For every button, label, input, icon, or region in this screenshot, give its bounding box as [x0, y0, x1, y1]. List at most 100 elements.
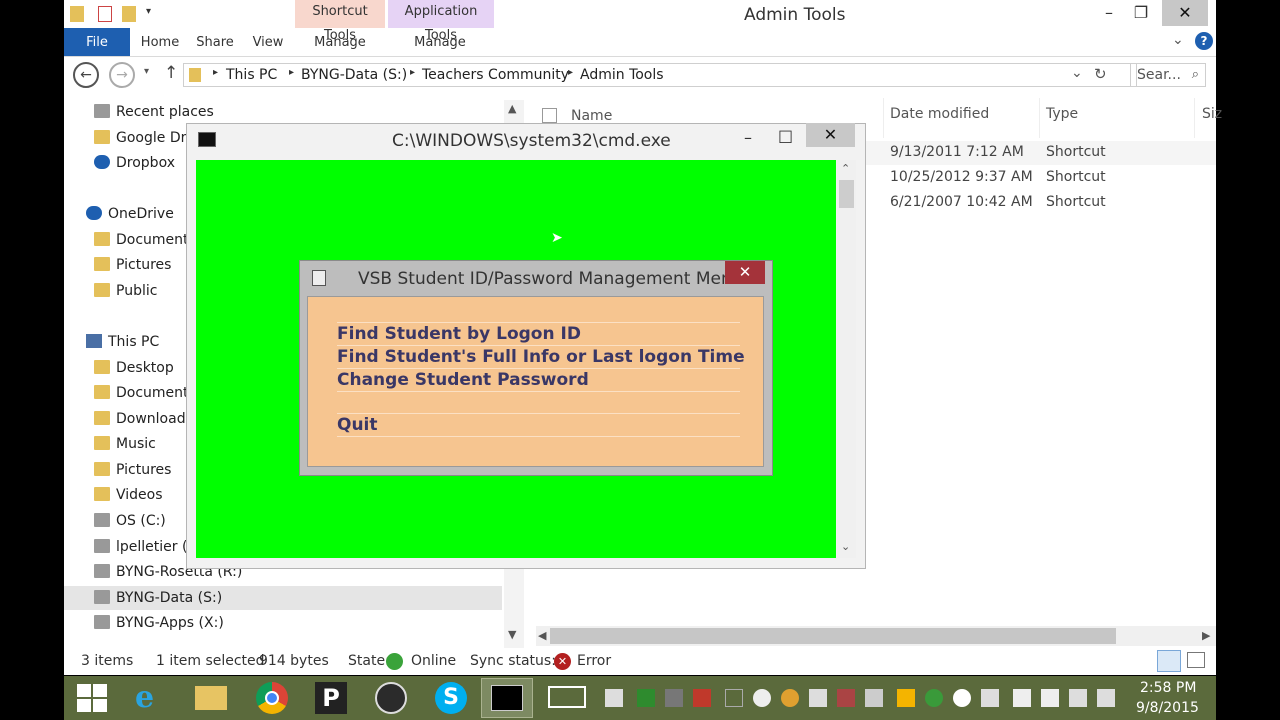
tab-share[interactable]: Share	[190, 28, 240, 56]
tab-shortcut-tools[interactable]: Shortcut Tools	[295, 0, 385, 43]
shield-tray-icon[interactable]	[809, 689, 827, 707]
tray-check-icon[interactable]	[637, 689, 655, 707]
nav-google-drive[interactable]: Google Dri	[94, 126, 190, 150]
nav-dropbox[interactable]: Dropbox	[94, 151, 175, 175]
cmd-scroll-thumb[interactable]	[839, 180, 854, 208]
horizontal-scroll-thumb[interactable]	[550, 628, 1116, 644]
column-header-type[interactable]: Type	[1046, 106, 1078, 122]
clock-date[interactable]: 9/8/2015	[1136, 700, 1199, 716]
tray-printer-icon[interactable]	[665, 689, 683, 707]
dropbox-tray-icon[interactable]	[981, 689, 999, 707]
cmd-minimize-button[interactable]: –	[744, 128, 752, 147]
expand-ribbon-icon[interactable]: ⌄	[1172, 32, 1184, 48]
tab-file[interactable]: File	[64, 28, 130, 56]
scroll-up-icon[interactable]: ▲	[508, 102, 516, 115]
help-icon[interactable]: ?	[1195, 32, 1213, 50]
nav-onedrive-pictures[interactable]: Pictures	[94, 253, 171, 277]
up-button[interactable]: ↑	[164, 63, 178, 83]
customize-qat-icon[interactable]: ▾	[146, 6, 151, 17]
refresh-icon[interactable]: ↻	[1094, 65, 1107, 83]
network-icon[interactable]	[1069, 689, 1087, 707]
breadcrumb-this-pc[interactable]: This PC	[226, 67, 277, 83]
scroll-down-icon[interactable]: ▼	[508, 628, 516, 641]
nav-byng-data[interactable]: BYNG-Data (S:)	[64, 586, 502, 610]
nav-onedrive[interactable]: OneDrive	[86, 202, 174, 226]
breadcrumb-byng-data[interactable]: BYNG-Data (S:)	[301, 67, 407, 83]
volume-icon[interactable]	[1097, 689, 1115, 707]
bluetooth-tray-icon[interactable]	[953, 689, 971, 707]
tab-application-tools[interactable]: Application Tools	[388, 0, 494, 43]
tab-view[interactable]: View	[246, 28, 290, 56]
close-button[interactable]: ✕	[1162, 0, 1208, 26]
action-center-flag-icon[interactable]	[1013, 689, 1031, 707]
properties-icon[interactable]	[98, 6, 112, 22]
chrome-icon[interactable]	[245, 678, 297, 718]
forward-button[interactable]: →	[109, 62, 135, 88]
address-bar[interactable]: ▸ This PC ▸ BYNG-Data (S:) ▸ Teachers Co…	[183, 63, 1137, 87]
column-header-size[interactable]: Siz	[1202, 106, 1222, 122]
nav-music[interactable]: Music	[94, 432, 156, 456]
tray-outline-icon[interactable]	[725, 689, 743, 707]
chevron-right-icon[interactable]: ▸	[213, 67, 218, 78]
chrome-tray-icon[interactable]	[781, 689, 799, 707]
back-button[interactable]: ←	[73, 62, 99, 88]
tray-red-icon[interactable]	[693, 689, 711, 707]
onedrive-tray-icon[interactable]	[753, 689, 771, 707]
details-view-button[interactable]	[1157, 650, 1181, 672]
cmd-taskbar-icon[interactable]	[481, 678, 533, 718]
nav-this-pc[interactable]: This PC	[86, 330, 159, 354]
horizontal-scrollbar[interactable]: ◀ ▶	[536, 626, 1216, 646]
breadcrumb-admin-tools[interactable]: Admin Tools	[580, 67, 664, 83]
nav-downloads[interactable]: Download	[94, 407, 186, 431]
chevron-right-icon[interactable]: ▸	[410, 67, 415, 78]
menu-find-by-logon-id[interactable]: Find Student by Logon ID	[337, 324, 581, 344]
column-header-name[interactable]: Name	[571, 108, 612, 124]
nav-recent-places[interactable]: Recent places	[94, 100, 214, 124]
nav-onedrive-public[interactable]: Public	[94, 279, 157, 303]
recent-locations-icon[interactable]: ▾	[144, 66, 149, 77]
nav-onedrive-documents[interactable]: Document	[94, 228, 189, 252]
tab-home[interactable]: Home	[136, 28, 184, 56]
nav-videos[interactable]: Videos	[94, 483, 163, 507]
tray-x-icon[interactable]	[837, 689, 855, 707]
touch-keyboard-icon[interactable]	[548, 686, 586, 708]
nav-lpelletier[interactable]: lpelletier (\	[94, 535, 192, 559]
address-dropdown-icon[interactable]: ⌄	[1071, 65, 1083, 81]
nav-os-c[interactable]: OS (C:)	[94, 509, 166, 533]
nav-pictures[interactable]: Pictures	[94, 458, 171, 482]
new-folder-icon[interactable]	[122, 6, 136, 22]
internet-explorer-icon[interactable]: e	[125, 678, 177, 718]
file-explorer-icon[interactable]	[185, 678, 237, 718]
chevron-right-icon[interactable]: ▸	[568, 67, 573, 78]
column-header-date-modified[interactable]: Date modified	[890, 106, 989, 122]
obs-icon[interactable]	[365, 678, 417, 718]
tray-clipboard-icon[interactable]	[865, 689, 883, 707]
nav-documents[interactable]: Document	[94, 381, 189, 405]
chevron-right-icon[interactable]: ▸	[289, 67, 294, 78]
menu-change-password[interactable]: Change Student Password	[337, 370, 589, 390]
battery-icon[interactable]	[1041, 689, 1059, 707]
breadcrumb-teachers-community[interactable]: Teachers Community	[422, 67, 569, 83]
search-input[interactable]: Sear... ⌕	[1130, 63, 1206, 87]
google-drive-tray-icon[interactable]	[897, 689, 915, 707]
clock-time[interactable]: 2:58 PM	[1140, 680, 1196, 696]
scroll-down-icon[interactable]: ⌄	[841, 540, 850, 553]
tab-manage-shortcut[interactable]: Manage	[300, 28, 380, 56]
menu-find-full-info[interactable]: Find Student's Full Info or Last logon T…	[337, 347, 745, 367]
tab-manage-application[interactable]: Manage	[400, 28, 480, 56]
cmd-close-button[interactable]: ✕	[806, 123, 855, 147]
menu-quit[interactable]: Quit	[337, 415, 378, 435]
scroll-left-icon[interactable]: ◀	[538, 629, 546, 642]
nav-byng-apps[interactable]: BYNG-Apps (X:)	[94, 611, 224, 635]
cmd-maximize-button[interactable]: □	[778, 126, 793, 145]
scroll-up-icon[interactable]: ⌃	[841, 162, 850, 175]
pgadmin-icon[interactable]: P	[305, 678, 357, 718]
scroll-right-icon[interactable]: ▶	[1202, 629, 1210, 642]
tray-app-icon[interactable]	[605, 689, 623, 707]
restore-button[interactable]: ❐	[1118, 0, 1164, 26]
skype-icon[interactable]: S	[425, 678, 477, 718]
cmd-scrollbar[interactable]: ⌃ ⌄	[837, 160, 856, 558]
large-icons-view-button[interactable]	[1187, 652, 1205, 668]
dialog-close-button[interactable]: ✕	[725, 261, 765, 284]
start-icon[interactable]	[77, 684, 107, 712]
